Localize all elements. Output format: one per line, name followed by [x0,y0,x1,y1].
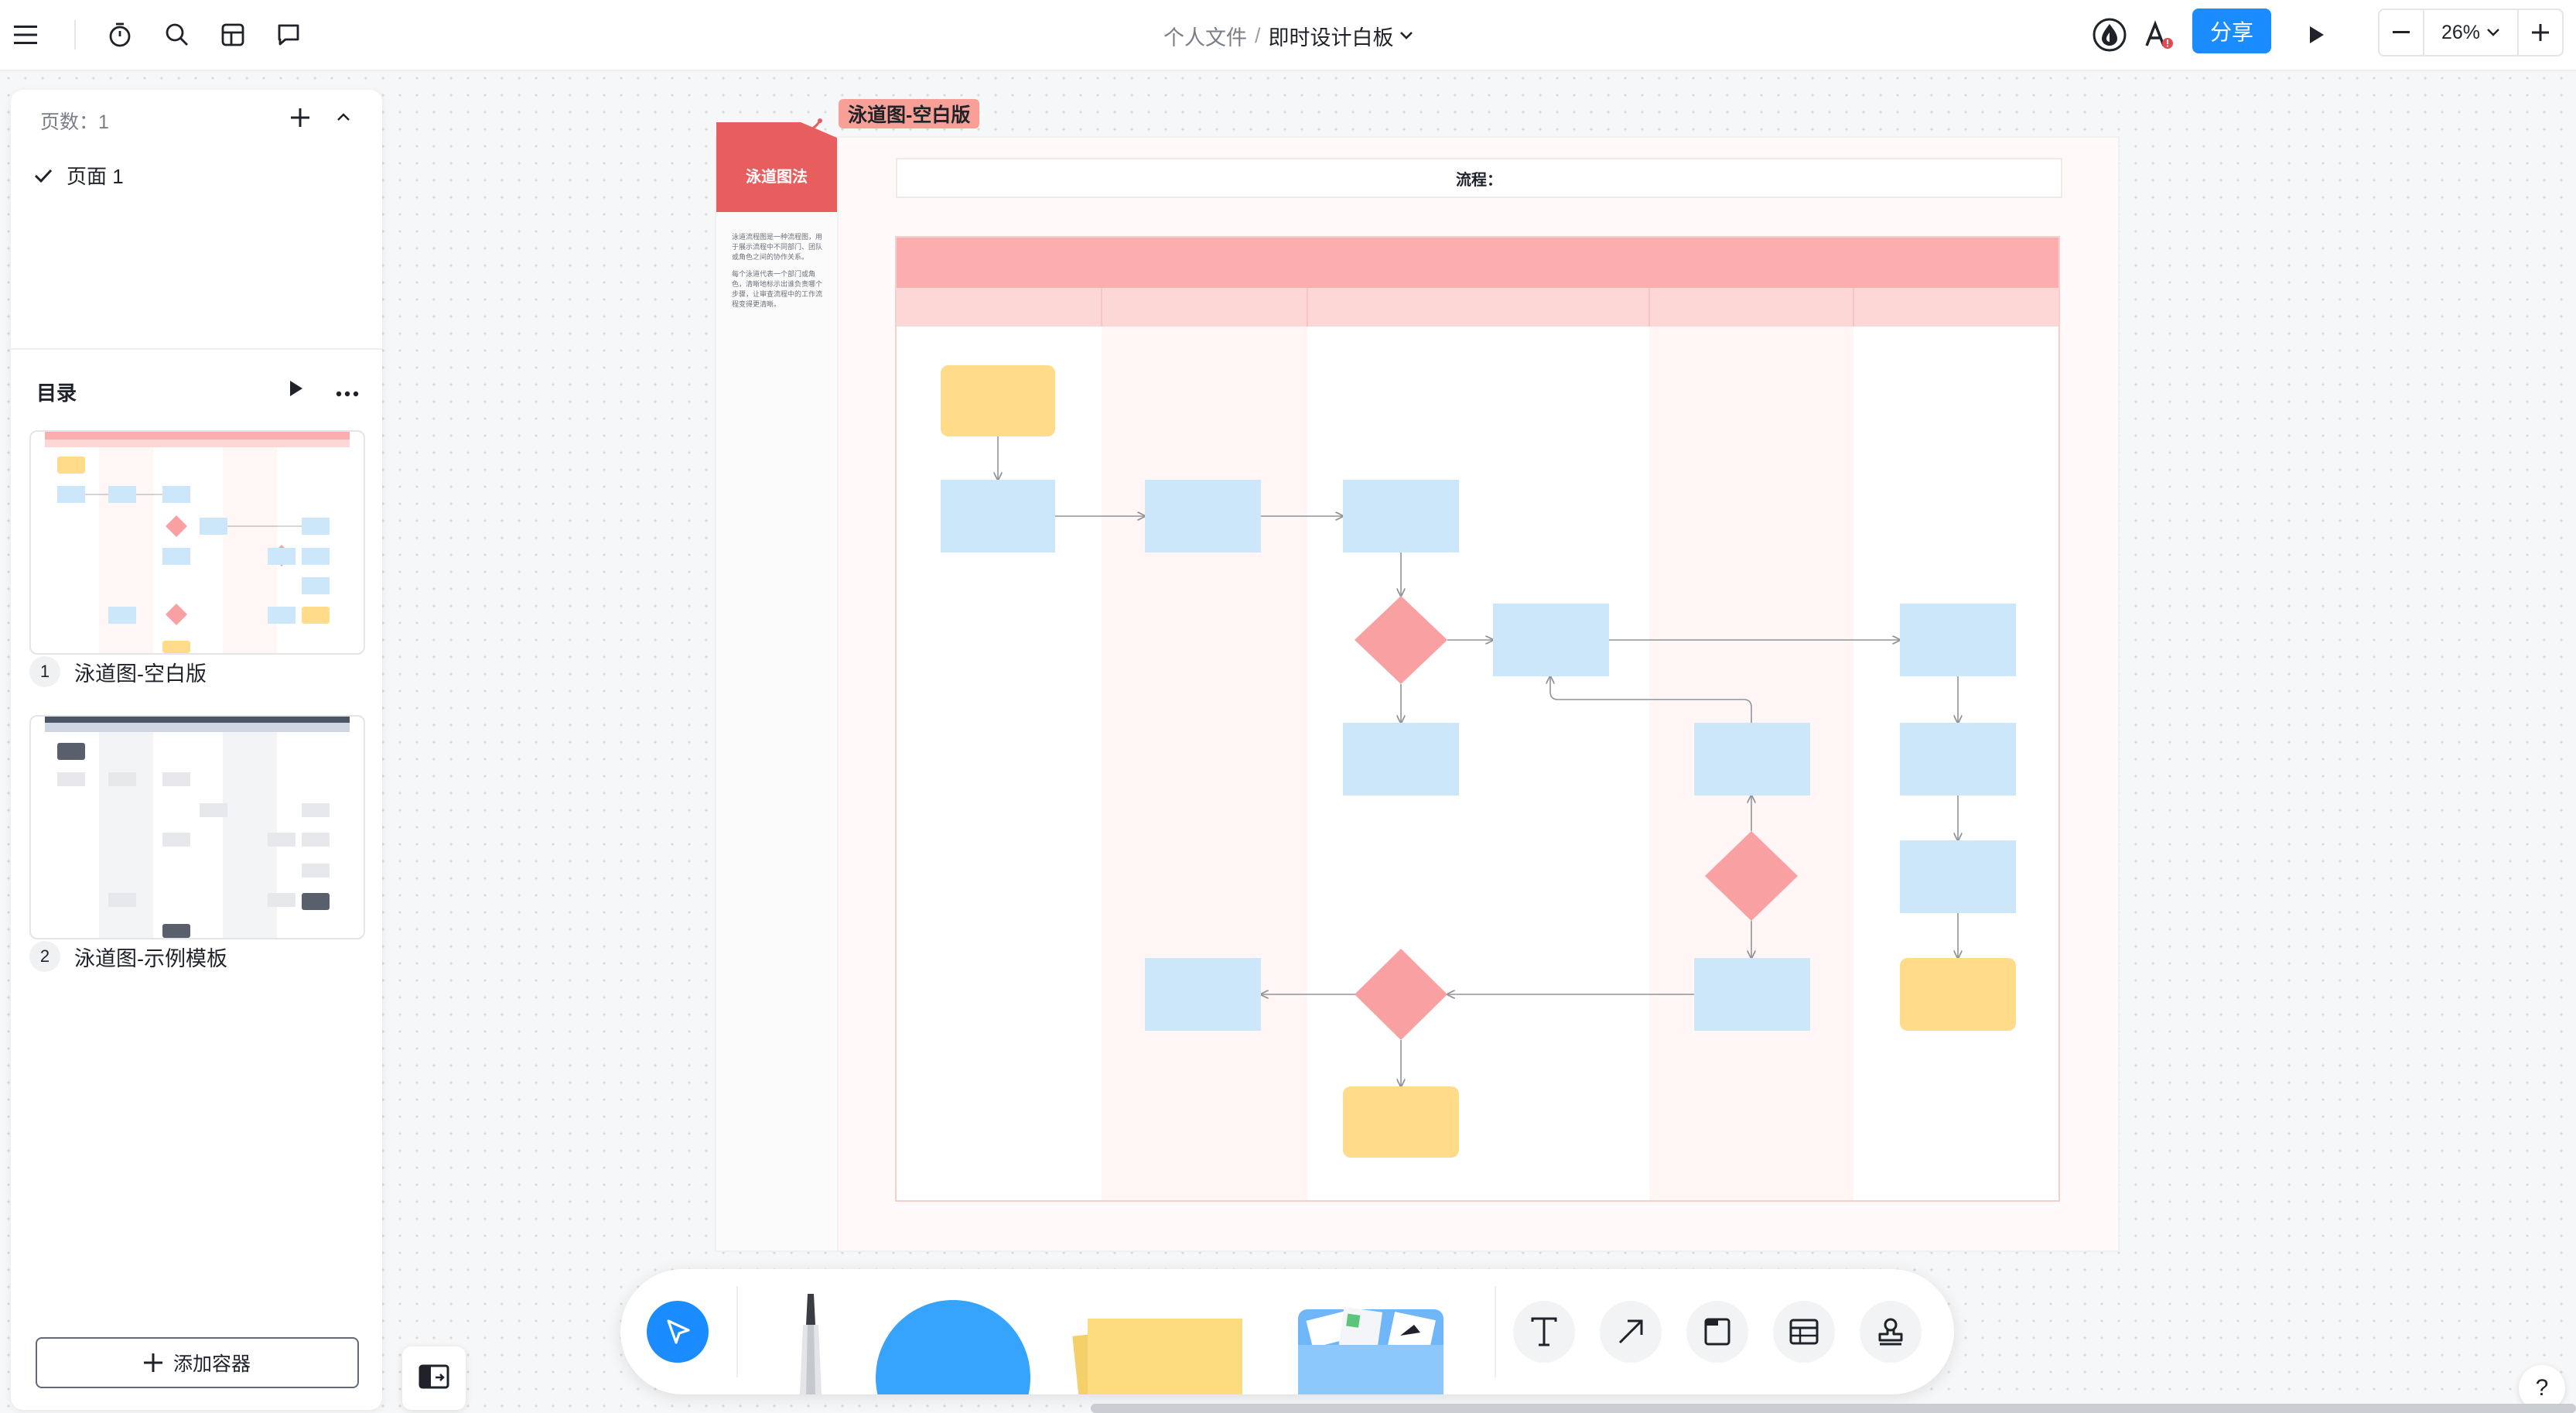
text-icon [1531,1317,1557,1346]
process-node [1900,723,2016,795]
font-icon[interactable] [2141,17,2177,53]
page-count: 页数：1 [40,111,109,133]
process-node [1343,480,1459,553]
toolbar-divider [736,1286,738,1377]
template-thumbnail-example-swimlane[interactable] [29,715,365,939]
page-item-label: 页面 1 [67,165,124,188]
toc-title: 目录 [36,381,77,405]
present-play-icon[interactable] [2299,17,2335,53]
template-index: 1 [29,656,60,687]
panel-divider [11,348,382,350]
zoom-level: 26% [2441,21,2481,43]
add-container-button[interactable]: 添加容器 [36,1337,359,1388]
stamp-tool-button[interactable] [1860,1301,1922,1363]
plugin-drop-icon[interactable] [2092,17,2127,53]
sticky-note-tool[interactable] [1069,1312,1255,1394]
template-icon[interactable] [215,17,251,53]
check-icon [34,169,53,183]
select-tool-button[interactable] [647,1301,709,1363]
process-node [1694,723,1810,795]
chevron-down-icon[interactable] [1399,30,1414,41]
breadcrumb-separator: / [1255,23,1261,47]
pen-icon [800,1294,822,1394]
zoom-control: 26% [2378,9,2564,56]
swimlane-board[interactable]: 泳道图法 泳道流程图是一种流程图，用于展示流程中不同部门、团队或角色之间的协作关… [716,122,2118,1250]
chevron-down-icon [2487,29,2499,36]
materials-tool[interactable] [1298,1305,1445,1394]
zoom-level-select[interactable]: 26% [2423,10,2519,55]
template-index: 2 [29,941,60,972]
document-title[interactable]: 即时设计白板 [1269,21,1394,51]
connector-tool-button[interactable] [1600,1301,1662,1363]
add-container-label: 添加容器 [173,1353,251,1375]
frame-icon [1704,1318,1730,1346]
top-bar: 个人文件 / 即时设计白板 分享 26% [0,0,2576,71]
search-icon[interactable] [159,17,195,53]
breadcrumb-folder[interactable]: 个人文件 [1163,21,1247,51]
lane-subheader-band [896,288,2059,327]
text-tool-button[interactable] [1513,1301,1575,1363]
share-button[interactable]: 分享 [2192,9,2271,53]
cursor-icon [667,1319,690,1344]
terminal-node [1900,958,2016,1031]
panel-toggle-button[interactable] [402,1346,466,1410]
process-node [1145,480,1261,553]
page-item[interactable]: 页面 1 [34,161,124,190]
shape-tool[interactable] [876,1300,1030,1394]
breadcrumb: 个人文件 / 即时设计白板 [1163,19,1414,53]
toolbar-divider [74,20,76,50]
left-panel: 页数：1 页面 1 目录 1 泳道图-空白版 2 泳道图-示例模板 添加容器 [11,90,382,1410]
stamp-icon [1878,1318,1903,1346]
template-thumbnail-blank-swimlane[interactable] [29,430,365,655]
zoom-out-button[interactable] [2380,10,2423,55]
toolbar-divider [1495,1286,1496,1377]
sticky-note-icon [1072,1319,1242,1394]
swimlane-lanes [895,236,2060,1202]
comment-icon[interactable] [271,17,306,53]
template-item[interactable]: 2 泳道图-示例模板 [29,941,227,972]
toc-play-icon[interactable] [288,379,305,402]
menu-icon[interactable] [8,17,43,53]
lane-header-band [896,237,2059,288]
zoom-in-button[interactable] [2519,10,2562,55]
process-node [941,480,1055,553]
swimlane-diagram [895,236,2060,1202]
panel-toggle-icon [419,1364,449,1389]
add-page-icon[interactable] [291,108,309,131]
process-node [1694,958,1810,1031]
process-node [1493,604,1609,676]
creation-toolbar [620,1269,1954,1394]
terminal-node [941,365,1055,436]
lane-2 [1102,327,1307,1201]
process-node [1145,958,1261,1031]
frame-tool-button[interactable] [1686,1301,1748,1363]
process-node [1900,840,2016,913]
terminal-node [1343,1086,1459,1158]
more-icon[interactable] [336,387,359,401]
lane-1 [896,327,1102,1201]
frame-label[interactable]: 泳道图-空白版 [839,99,980,128]
template-item[interactable]: 1 泳道图-空白版 [29,656,207,687]
process-node [1900,604,2016,676]
horizontal-scrollbar[interactable] [1091,1404,2576,1413]
template-label: 泳道图-空白版 [74,662,207,686]
table-icon [1789,1319,1819,1345]
table-tool-button[interactable] [1773,1301,1835,1363]
plus-icon [143,1353,162,1372]
arrow-icon [1618,1319,1643,1344]
timer-icon[interactable] [102,17,138,53]
collapse-pages-icon[interactable] [336,111,351,126]
pen-tool[interactable] [792,1294,829,1394]
process-node [1343,723,1459,795]
materials-folder-icon [1298,1306,1443,1394]
template-label: 泳道图-示例模板 [74,946,227,970]
